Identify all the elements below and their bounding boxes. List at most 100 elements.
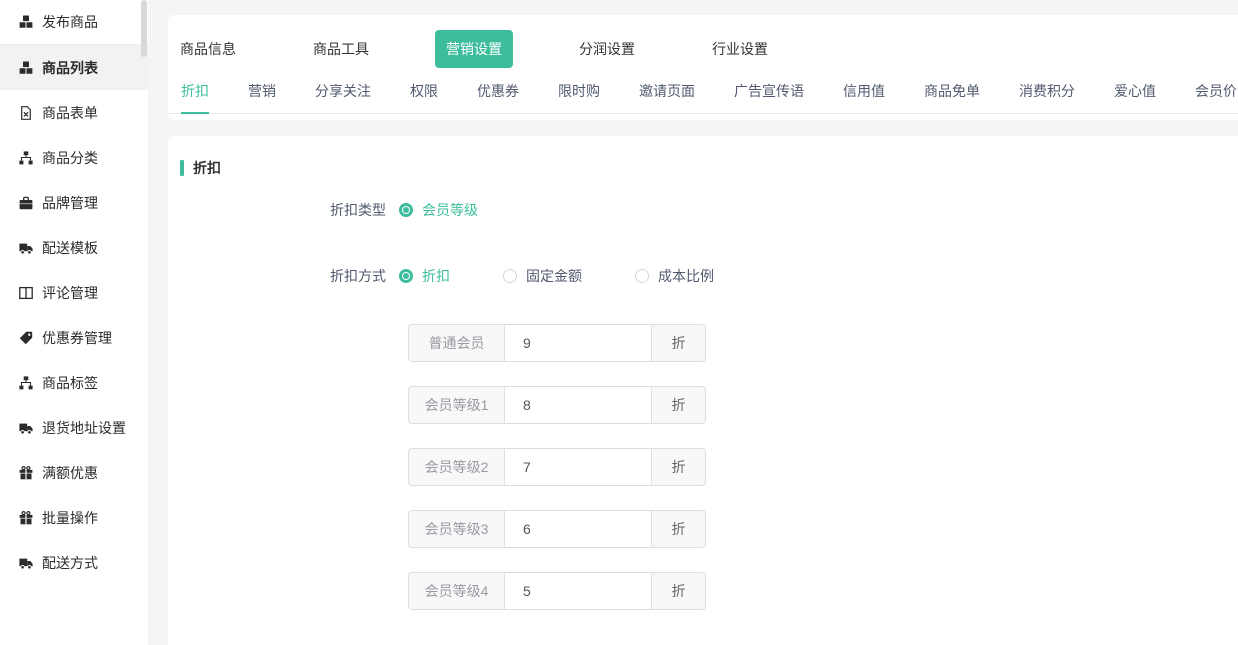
sidebar-item-3[interactable]: 商品表单 xyxy=(0,90,148,135)
tab-5[interactable]: 行业设置 xyxy=(712,39,768,59)
discount-row-2: 会员等级1 折 xyxy=(408,386,706,424)
sidebar-item-11[interactable]: 满额优惠 xyxy=(0,450,148,495)
discount-unit-label: 折 xyxy=(652,386,706,424)
discount-row-5: 会员等级4 折 xyxy=(408,572,706,610)
tab-3[interactable]: 营销设置 xyxy=(435,30,513,68)
sidebar: 发布商品商品列表商品表单商品分类品牌管理配送模板评论管理优惠券管理商品标签退货地… xyxy=(0,0,148,645)
discount-level-label: 会员等级1 xyxy=(408,386,504,424)
sidebar-item-7[interactable]: 评论管理 xyxy=(0,270,148,315)
sidebar-item-label: 满额优惠 xyxy=(42,463,98,483)
discount-level-label: 会员等级2 xyxy=(408,448,504,486)
discount-value-input[interactable] xyxy=(504,572,652,610)
sidebar-scrollbar-thumb[interactable] xyxy=(141,0,147,57)
truck-icon xyxy=(19,556,33,570)
discount-level-label: 会员等级3 xyxy=(408,510,504,548)
sitemap-icon xyxy=(19,376,33,390)
sidebar-item-label: 商品表单 xyxy=(42,103,98,123)
discount-value-input[interactable] xyxy=(504,324,652,362)
discount-value-input[interactable] xyxy=(504,510,652,548)
sidebar-item-5[interactable]: 品牌管理 xyxy=(0,180,148,225)
subtab-13[interactable]: 会员价 xyxy=(1195,81,1237,114)
subtab-7[interactable]: 邀请页面 xyxy=(639,81,695,114)
tab-1[interactable]: 商品信息 xyxy=(180,39,236,59)
radio-label: 折扣 xyxy=(422,267,450,285)
discount-mode-option-2[interactable]: 固定金额 xyxy=(503,267,582,285)
discount-mode-option-3[interactable]: 成本比例 xyxy=(635,267,714,285)
section-title: 折扣 xyxy=(193,160,221,176)
subtab-3[interactable]: 分享关注 xyxy=(315,81,371,114)
subtab-10[interactable]: 商品免单 xyxy=(924,81,980,114)
subtab-8[interactable]: 广告宣传语 xyxy=(734,81,804,114)
discount-mode-radio-group: 折扣 固定金额 成本比例 xyxy=(399,267,714,285)
subtab-6[interactable]: 限时购 xyxy=(558,81,600,114)
radio-checked-icon[interactable] xyxy=(399,269,413,283)
subtab-9[interactable]: 信用值 xyxy=(843,81,885,114)
gift-icon xyxy=(19,466,33,480)
discount-value-input[interactable] xyxy=(504,448,652,486)
main-tabs: 商品信息商品工具营销设置分润设置行业设置 xyxy=(168,15,1238,59)
discount-row-4: 会员等级3 折 xyxy=(408,510,706,548)
discount-row-3: 会员等级2 折 xyxy=(408,448,706,486)
tab-4[interactable]: 分润设置 xyxy=(579,39,635,59)
radio-unchecked-icon[interactable] xyxy=(503,269,517,283)
subtab-2[interactable]: 营销 xyxy=(248,81,276,114)
tab-2[interactable]: 商品工具 xyxy=(313,39,369,59)
tag-icon xyxy=(19,331,33,345)
subtab-1[interactable]: 折扣 xyxy=(181,81,209,114)
file-excel-icon xyxy=(19,106,33,120)
radio-label: 会员等级 xyxy=(422,201,478,219)
subtab-4[interactable]: 权限 xyxy=(410,81,438,114)
sitemap-icon xyxy=(19,151,33,165)
sidebar-item-label: 优惠券管理 xyxy=(42,328,112,348)
discount-type-option-1[interactable]: 会员等级 xyxy=(399,201,478,219)
discount-mode-option-1[interactable]: 折扣 xyxy=(399,267,450,285)
sidebar-item-8[interactable]: 优惠券管理 xyxy=(0,315,148,360)
briefcase-icon xyxy=(19,196,33,210)
subtab-11[interactable]: 消费积分 xyxy=(1019,81,1075,114)
sidebar-item-label: 发布商品 xyxy=(42,12,98,32)
discount-unit-label: 折 xyxy=(652,510,706,548)
discount-unit-label: 折 xyxy=(652,448,706,486)
content-card: 折扣 折扣类型 会员等级 折扣方式 折扣固定金额成本比例 普通会员折会员等级1折… xyxy=(168,136,1238,645)
sidebar-item-label: 批量操作 xyxy=(42,508,98,528)
sidebar-item-label: 评论管理 xyxy=(42,283,98,303)
sidebar-item-1[interactable]: 发布商品 xyxy=(0,0,148,45)
section-accent-bar xyxy=(180,160,184,176)
cubes-icon xyxy=(19,15,33,29)
radio-unchecked-icon[interactable] xyxy=(635,269,649,283)
section-header: 折扣 xyxy=(180,160,1238,176)
sidebar-item-9[interactable]: 商品标签 xyxy=(0,360,148,405)
sidebar-item-4[interactable]: 商品分类 xyxy=(0,135,148,180)
discount-type-label: 折扣类型 xyxy=(168,201,386,219)
discount-level-label: 会员等级4 xyxy=(408,572,504,610)
sidebar-item-label: 配送方式 xyxy=(42,553,98,573)
columns-icon xyxy=(19,286,33,300)
sidebar-item-6[interactable]: 配送模板 xyxy=(0,225,148,270)
subtab-5[interactable]: 优惠券 xyxy=(477,81,519,114)
form-row-discount-mode: 折扣方式 折扣固定金额成本比例 xyxy=(168,267,1238,285)
gift-icon xyxy=(19,511,33,525)
sidebar-nav: 发布商品商品列表商品表单商品分类品牌管理配送模板评论管理优惠券管理商品标签退货地… xyxy=(0,0,148,585)
sidebar-item-label: 品牌管理 xyxy=(42,193,98,213)
cubes-icon xyxy=(19,61,33,75)
tabs-card: 商品信息 商品工具 营销设置 分润设置 行业设置 折扣 营销 分享关注 权限 优惠券 限时购 邀请页… xyxy=(168,15,1238,120)
truck-icon xyxy=(19,241,33,255)
sidebar-item-2[interactable]: 商品列表 xyxy=(0,45,148,90)
radio-label: 成本比例 xyxy=(658,267,714,285)
sidebar-item-13[interactable]: 配送方式 xyxy=(0,540,148,585)
truck-icon xyxy=(19,421,33,435)
sidebar-item-10[interactable]: 退货地址设置 xyxy=(0,405,148,450)
radio-checked-icon[interactable] xyxy=(399,203,413,217)
radio-label: 固定金额 xyxy=(526,267,582,285)
form-row-discount-type: 折扣类型 会员等级 xyxy=(168,201,1238,219)
sub-tabs: 折扣 营销 分享关注 权限 优惠券 限时购 邀请页面 广告宣传语 信用值 商品免单 消费积分 爱心值 会… xyxy=(168,81,1238,114)
subtab-12[interactable]: 爱心值 xyxy=(1114,81,1156,114)
discount-type-radio-group: 会员等级 xyxy=(399,201,478,219)
sidebar-item-12[interactable]: 批量操作 xyxy=(0,495,148,540)
discount-rows: 普通会员折会员等级1折会员等级2折会员等级3折会员等级4折 xyxy=(408,324,1238,610)
discount-unit-label: 折 xyxy=(652,572,706,610)
sidebar-item-label: 商品列表 xyxy=(42,58,98,78)
discount-value-input[interactable] xyxy=(504,386,652,424)
sidebar-item-label: 退货地址设置 xyxy=(42,418,126,438)
sidebar-item-label: 商品分类 xyxy=(42,148,98,168)
